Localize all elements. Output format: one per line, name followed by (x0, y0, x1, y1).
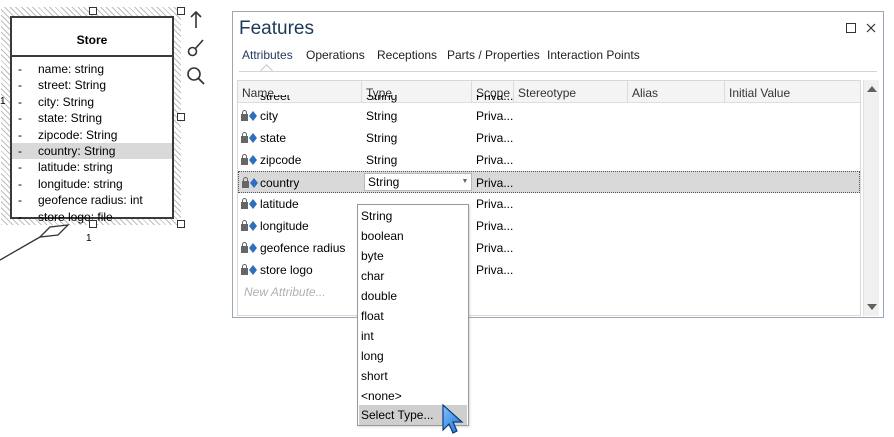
multiplicity-left: 1 (0, 96, 6, 107)
cell-name: zipcode (260, 153, 302, 167)
vertical-scrollbar[interactable] (863, 80, 879, 316)
dropdown-option[interactable]: float (359, 306, 467, 326)
table-row-selected[interactable]: country String ▼ Priva... (238, 171, 860, 193)
attribute-private-icon (241, 132, 257, 143)
type-dropdown-list: String boolean byte char double float in… (357, 204, 469, 426)
table-row[interactable]: state String Priva... (238, 127, 860, 149)
cell-name: longitude (260, 219, 309, 233)
uml-attribute[interactable]: - zipcode: String (12, 127, 172, 143)
cell-scope: Priva... (476, 197, 514, 211)
attribute-private-icon (242, 177, 258, 188)
attribute-private-icon (241, 154, 257, 165)
tab-divider (239, 71, 877, 72)
resize-handle-bottom-right[interactable] (177, 220, 185, 228)
cell-scope: Priva... (476, 176, 514, 190)
features-window: Features Attributes Operations Reception… (232, 11, 884, 318)
maximize-button[interactable] (845, 22, 857, 34)
uml-attribute-selected[interactable]: - country: String (12, 142, 172, 160)
table-row-partial[interactable]: street String Priva... (238, 95, 860, 105)
scroll-down-icon[interactable] (867, 304, 877, 310)
cell-scope: Priva... (476, 153, 514, 167)
table-row[interactable]: geofence radius Priva... (238, 237, 860, 259)
resize-handle-middle-right[interactable] (177, 113, 185, 121)
dropdown-option[interactable]: short (359, 366, 467, 386)
scroll-up-icon[interactable] (867, 86, 877, 92)
table-row[interactable]: longitude Priva... (238, 215, 860, 237)
cell-scope: Priva... (476, 131, 514, 145)
uml-attribute[interactable]: - name: string (12, 61, 172, 77)
close-icon (866, 23, 876, 33)
table-row[interactable]: zipcode String Priva... (238, 149, 860, 171)
type-combobox[interactable]: String (364, 173, 472, 191)
dropdown-option[interactable]: char (359, 266, 467, 286)
cell-name: latitude (260, 197, 299, 211)
dropdown-option[interactable]: long (359, 346, 467, 366)
table-row-new[interactable]: New Attribute... (238, 281, 860, 303)
cell-name: state (260, 131, 287, 145)
cell-name: country (260, 176, 300, 190)
maximize-icon (846, 23, 856, 33)
arrow-up-icon[interactable] (184, 8, 208, 32)
resize-handle-bottom-middle[interactable] (89, 220, 97, 228)
uml-attribute[interactable]: - geofence radius: int (12, 192, 172, 208)
tab-parts-properties[interactable]: Parts / Properties (447, 46, 540, 68)
uml-class-body[interactable]: Store - name: string - street: String - cit… (10, 16, 174, 224)
diagram-quick-tools (184, 8, 208, 92)
multiplicity-bottom: 1 (86, 233, 92, 244)
cell-type: String (366, 131, 398, 145)
uml-class-title: Store (12, 18, 172, 57)
attribute-private-icon (241, 220, 257, 231)
dropdown-option[interactable]: double (359, 286, 467, 306)
table-row[interactable]: store logo Priva... (238, 259, 860, 281)
tab-attributes[interactable]: Attributes (242, 46, 293, 68)
attribute-private-icon (241, 198, 257, 209)
tab-interaction-points[interactable]: Interaction Points (547, 46, 640, 68)
cell-type: String (366, 153, 398, 167)
window-title: Features (239, 18, 314, 39)
chevron-down-icon[interactable]: ▼ (460, 174, 470, 190)
cell-scope: Priva... (476, 263, 514, 277)
cell-scope: Priva... (476, 109, 514, 123)
magnifier-icon[interactable] (184, 64, 208, 88)
uml-class-store[interactable]: Store - name: string - street: String - cit… (1, 7, 181, 225)
resize-handle-top-middle[interactable] (89, 7, 97, 15)
brush-icon[interactable] (184, 36, 208, 60)
dropdown-option[interactable]: int (359, 326, 467, 346)
cell-name: city (260, 109, 278, 123)
cell-name: street (260, 95, 291, 103)
attribute-private-icon (241, 264, 257, 275)
uml-attribute[interactable]: - state: String (12, 110, 172, 126)
table-row[interactable]: city String Priva... (238, 105, 860, 127)
cell-type: String (366, 109, 398, 123)
attributes-grid: Name Type Scope Stereotype Alias Initial… (237, 80, 861, 316)
dropdown-option[interactable]: String (359, 206, 467, 226)
uml-attribute[interactable]: - longitude: string (12, 176, 172, 192)
uml-attribute[interactable]: - city: String (12, 94, 172, 110)
cell-name: geofence radius (260, 241, 346, 255)
cell-scope: Priva... (476, 95, 514, 103)
cell-scope: Priva... (476, 241, 514, 255)
mouse-cursor-icon (442, 403, 464, 434)
close-button[interactable] (865, 22, 877, 34)
cell-scope: Priva... (476, 219, 514, 233)
cell-name: store logo (260, 263, 313, 277)
new-attribute-placeholder[interactable]: New Attribute... (244, 281, 326, 303)
attribute-private-icon (241, 110, 257, 121)
uml-attribute-list: - name: string - street: String - city: Str… (12, 57, 172, 225)
cell-type: String (366, 95, 398, 103)
uml-attribute[interactable]: - latitude: string (12, 159, 172, 175)
association-connector[interactable] (0, 215, 80, 265)
attribute-private-icon (241, 242, 257, 253)
dropdown-option[interactable]: boolean (359, 226, 467, 246)
dropdown-option[interactable]: byte (359, 246, 467, 266)
uml-attribute[interactable]: - street: String (12, 77, 172, 93)
tab-receptions[interactable]: Receptions (377, 46, 437, 68)
table-row[interactable]: latitude Priva... (238, 193, 860, 215)
tab-operations[interactable]: Operations (306, 46, 365, 68)
